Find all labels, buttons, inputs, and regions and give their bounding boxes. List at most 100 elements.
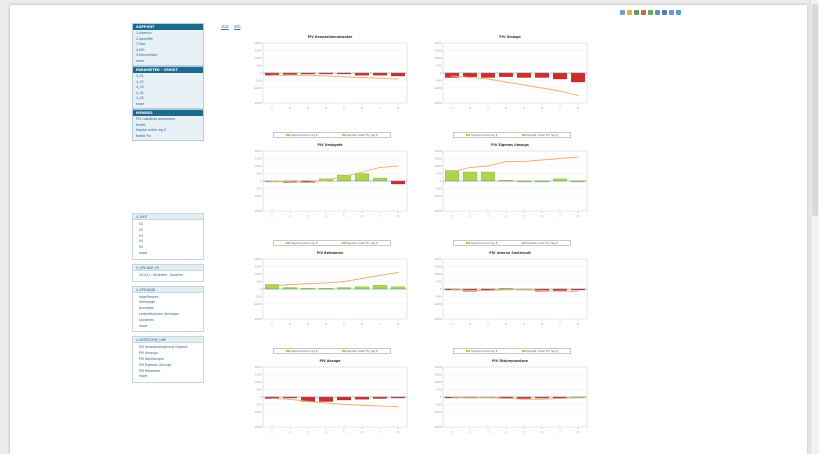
legend-item: Kapital anteil reg E [466,241,498,245]
filter-option[interactable]: 201(2) : Schindler, Sanierer [139,273,197,279]
legend-label: Kapital anteil Fin reg E [346,241,378,245]
line-point [487,289,489,292]
chart-legend: Kapital anteil reg E Kapital anteil Fin r… [453,348,571,354]
y-tick-label: 1000 [435,272,442,276]
x-tick-label: 8 [397,214,399,218]
chart-plot: 2000 1500 1000 500 0 -500 -1000 -2000 1 2 3 4 5 6 7 8 [434,365,588,434]
legend-label: Kapital anteil Fin reg E [526,133,558,137]
x-tick-label: 2 [469,430,471,434]
chart-legend: Kapital anteil reg E Kapital anteil Fin r… [273,240,391,246]
refresh-icon[interactable] [662,10,667,15]
line-point [379,274,381,277]
bar [463,171,477,182]
y-tick-label: 2000 [255,41,262,45]
line-point [343,175,345,178]
y-tick-label: 500 [437,172,442,176]
line-point [271,74,273,76]
y-tick-label: 2000 [255,365,262,369]
sidebar-filters: 4_VISIT 01 02 03 04 05 more 4_SPICNAR_09 201(2) … [132,209,204,384]
y-tick-label: -500 [436,187,442,191]
line-point [577,290,579,292]
chart-legend: Kapital anteil reg E Kapital anteil Fin r… [453,132,571,138]
line-point [325,179,327,181]
y-tick-label: 1000 [435,56,442,60]
y-tick-label: -2000 [254,209,262,213]
legend-swatch [521,134,526,136]
line-point [379,77,381,79]
line-point [451,289,453,291]
filter-option[interactable]: more [139,324,197,330]
y-tick-label: 1500 [255,373,262,377]
chart-icon[interactable] [648,10,653,15]
y-tick-label: -500 [256,187,262,191]
y-tick-label: 0 [260,71,262,75]
x-tick-label: 7 [379,322,381,326]
line-point [379,166,381,169]
legend-item: Kapital anteil Fin reg E [341,133,378,137]
y-tick-label: 0 [440,71,442,75]
line-point [271,180,273,182]
pdf-icon[interactable] [641,10,646,15]
line-point [505,160,507,163]
x-tick-label: 5 [523,106,525,110]
panel-link[interactable]: more [136,59,200,65]
legend-item: Kapital anteil reg E [286,133,318,137]
line-point [559,397,561,400]
bar [373,177,387,182]
bar [355,286,369,290]
scrollbar-thumb[interactable] [812,4,818,216]
line-point [451,171,453,173]
panel-list: 1.Intensiv 2.Spezifikt 3.Test 4.HEI 5.Kennza… [133,30,203,65]
line-point [577,156,579,158]
filter-option[interactable]: more [139,251,197,257]
table-icon[interactable] [655,10,660,15]
line-point [379,405,381,407]
bar [391,286,405,290]
chart-plot: 2000 1500 1000 500 0 -500 -1000 -2000 1 2 3 4 5 6 7 8 [254,257,408,326]
legend-swatch [341,242,346,244]
y-tick-label: -500 [256,295,262,299]
help-icon[interactable] [676,10,681,15]
line-point [577,397,579,399]
filter-option[interactable]: more [139,374,197,380]
line-point [361,76,363,79]
y-tick-label: -2000 [254,101,262,105]
x-tick-label: 8 [397,430,399,434]
legend-swatch [521,350,526,352]
y-tick-label: 1500 [255,49,262,53]
y-tick-label: -1000 [254,86,262,90]
excel-icon[interactable] [634,10,639,15]
panel-link[interactable]: Kredit Fin [136,134,200,140]
chart-plot: 2000 1500 1000 500 0 -500 -1000 -2000 1 2 3 4 5 6 7 8 [254,149,408,218]
y-tick-label: 0 [260,179,262,183]
y-tick-label: -500 [436,403,442,407]
x-tick-label: 1 [451,322,453,326]
export-icon[interactable] [627,10,632,15]
x-tick-label: 3 [307,322,309,326]
y-tick-label: 500 [437,64,442,68]
line-point [469,76,471,79]
chart: PIV Retoumen 2000 1500 1000 500 0 -500 -1000 -20… [249,251,411,354]
line-point [307,400,309,403]
legend-item: Kapital anteil reg E [466,349,498,353]
x-tick-label: 5 [343,430,345,434]
y-tick-label: -2000 [434,209,442,213]
legend-swatch [286,242,291,244]
panel-link[interactable]: more [136,102,200,108]
vertical-scrollbar[interactable] [810,0,819,454]
y-tick-label: 500 [257,172,262,176]
breadcrumb-item[interactable]: stat [221,24,229,29]
line-point [559,290,561,292]
bar [319,396,333,402]
line-point [289,398,291,400]
y-tick-label: 2000 [435,257,442,261]
breadcrumb-item[interactable]: ath [234,24,241,29]
y-tick-label: 2000 [435,149,442,153]
bar [391,180,405,185]
print-icon[interactable] [620,10,625,15]
x-tick-label: 5 [523,322,525,326]
x-tick-label: 4 [505,430,507,434]
settings-icon[interactable] [669,10,674,15]
legend-item: Kapital anteil Fin reg E [341,349,378,353]
legend-swatch [466,134,471,136]
